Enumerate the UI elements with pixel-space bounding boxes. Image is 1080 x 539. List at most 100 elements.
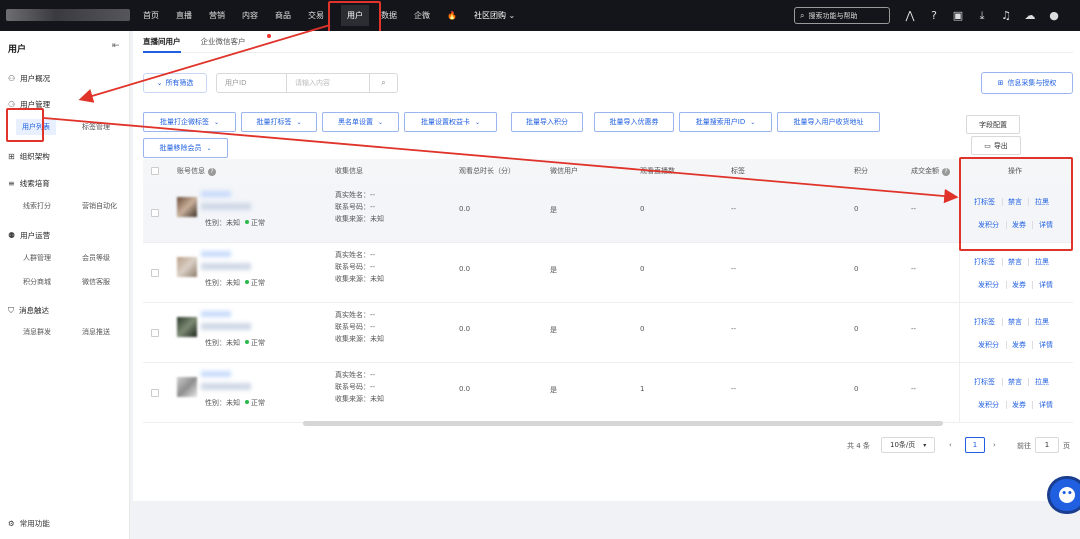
avatar[interactable]: [177, 377, 197, 397]
horizontal-scrollbar[interactable]: [303, 421, 943, 426]
goto-input[interactable]: 1: [1035, 437, 1059, 453]
notes-icon[interactable]: ▣: [946, 9, 970, 22]
row-checkbox[interactable]: [151, 209, 159, 217]
op-send-coupon[interactable]: 发券: [1012, 340, 1026, 350]
export-button[interactable]: ▭ 导出: [971, 136, 1021, 155]
help-icon[interactable]: ?: [922, 9, 946, 22]
op-mute[interactable]: 禁言: [1008, 317, 1022, 327]
batch-tag-button[interactable]: 批量打标签 ⌄: [241, 112, 317, 132]
nav-data[interactable]: 数据: [381, 10, 397, 21]
user-nickname[interactable]: [201, 371, 231, 377]
batch-remove-member-button[interactable]: 批量移除会员 ⌄: [143, 138, 228, 158]
global-search[interactable]: ⌕ 搜索功能与帮助: [794, 7, 890, 24]
avatar[interactable]: [177, 317, 197, 337]
table-row[interactable]: 性别：未知 正常 真实姓名：-- 联系号码：-- 收集来源：未知 0.0 是 1 --…: [143, 363, 1073, 423]
cell-wechat: 是: [550, 326, 557, 334]
field-config-button[interactable]: 字段配置: [966, 115, 1020, 134]
user-nickname[interactable]: [201, 191, 231, 197]
prev-page-icon[interactable]: ‹: [949, 441, 952, 449]
sidebar-item-mass-send[interactable]: 消息群发: [23, 327, 51, 337]
op-mute[interactable]: 禁言: [1008, 377, 1022, 387]
op-tag[interactable]: 打标签: [974, 377, 995, 387]
id-type-select[interactable]: 用户ID: [216, 73, 286, 93]
user-nickname[interactable]: [201, 311, 231, 317]
next-page-icon[interactable]: ›: [993, 441, 996, 449]
nav-goods[interactable]: 商品: [275, 10, 291, 21]
brand-logo[interactable]: [6, 9, 130, 21]
op-send-points[interactable]: 发积分: [978, 400, 999, 410]
sidebar-item-push[interactable]: 消息推送: [82, 327, 110, 337]
sidebar-item-tag-manage[interactable]: 标签管理: [82, 122, 110, 132]
sidebar-group-lead[interactable]: ≡ 线索培育: [8, 178, 50, 189]
sidebar-group-overview[interactable]: ⚇ 用户概况: [8, 73, 50, 84]
nav-community[interactable]: 🔥 社区团购 ⌄: [447, 10, 515, 21]
search-input[interactable]: 请输入内容: [286, 73, 370, 93]
cloud-icon[interactable]: ☁: [1018, 9, 1042, 22]
folder-icon: ▭: [984, 141, 991, 150]
user-nickname[interactable]: [201, 251, 231, 257]
sidebar-item-lead-score[interactable]: 线索打分: [23, 201, 51, 211]
op-detail[interactable]: 详情: [1039, 340, 1053, 350]
op-detail[interactable]: 详情: [1039, 280, 1053, 290]
row-checkbox[interactable]: [151, 389, 159, 397]
nav-live[interactable]: 直播: [176, 10, 192, 21]
search-button[interactable]: ⌕: [370, 73, 398, 93]
sidebar-item-crowd[interactable]: 人群管理: [23, 253, 51, 263]
tab-wecom-customers[interactable]: 企业微信客户: [201, 31, 271, 53]
table-row[interactable]: 性别：未知 正常 真实姓名：-- 联系号码：-- 收集来源：未知 0.0 是 0 --…: [143, 183, 1073, 243]
batch-rights-card-button[interactable]: 批量设置权益卡 ⌄: [404, 112, 497, 132]
row-checkbox[interactable]: [151, 329, 159, 337]
tab-live-users[interactable]: 直播间用户: [143, 31, 181, 53]
op-send-coupon[interactable]: 发券: [1012, 280, 1026, 290]
all-filter-button[interactable]: ⌄ 所有筛选: [143, 73, 207, 93]
chevron-down-icon: ▾: [923, 441, 927, 449]
nav-home[interactable]: 首页: [143, 10, 159, 21]
op-tag[interactable]: 打标签: [974, 317, 995, 327]
table-row[interactable]: 性别：未知 正常 真实姓名：-- 联系号码：-- 收集来源：未知 0.0 是 0 --…: [143, 243, 1073, 303]
sidebar-item-member-level[interactable]: 会员等级: [82, 253, 110, 263]
sidebar-group-ops[interactable]: ⚉ 用户运营: [8, 230, 50, 241]
page-size-select[interactable]: 10条/页 ▾: [881, 437, 935, 453]
table-row[interactable]: 性别：未知 正常 真实姓名：-- 联系号码：-- 收集来源：未知 0.0 是 0 --…: [143, 303, 1073, 363]
row-checkbox[interactable]: [151, 269, 159, 277]
col-amount: 成交金额?: [911, 166, 950, 176]
avatar[interactable]: ●: [1042, 9, 1066, 22]
sidebar-item-automation[interactable]: 营销自动化: [82, 201, 117, 211]
op-block[interactable]: 拉黑: [1035, 377, 1049, 387]
op-send-coupon[interactable]: 发券: [1012, 400, 1026, 410]
nav-content[interactable]: 内容: [242, 10, 258, 21]
op-send-points[interactable]: 发积分: [978, 280, 999, 290]
page-current[interactable]: 1: [965, 437, 985, 453]
op-tag[interactable]: 打标签: [974, 257, 995, 267]
collect-auth-button[interactable]: ⊞ 信息采集与授权: [981, 72, 1073, 94]
sidebar-item-wechat-cs[interactable]: 微信客服: [82, 277, 110, 287]
op-block[interactable]: 拉黑: [1035, 257, 1049, 267]
ai-icon[interactable]: ⋀: [898, 9, 922, 22]
import-coupons-button[interactable]: 批量导入优惠券: [594, 112, 674, 132]
batch-search-id-button[interactable]: 批量搜索用户ID ⌄: [679, 112, 772, 132]
blacklist-button[interactable]: 黑名单设置 ⌄: [322, 112, 399, 132]
chat-support-button[interactable]: ••: [1050, 479, 1080, 511]
sidebar-footer[interactable]: ⚙ 常用功能: [8, 518, 50, 529]
help-icon[interactable]: ?: [208, 168, 216, 176]
import-address-button[interactable]: 批量导入用户收货地址: [777, 112, 880, 132]
avatar[interactable]: [177, 197, 197, 217]
nav-wecom[interactable]: 企微: [414, 10, 430, 21]
nav-trade[interactable]: 交易: [308, 10, 324, 21]
sidebar-group-org[interactable]: ⊞ 组织架构: [8, 151, 50, 162]
import-points-button[interactable]: 批量导入积分: [511, 112, 583, 132]
sidebar-item-points-mall[interactable]: 积分商城: [23, 277, 51, 287]
op-mute[interactable]: 禁言: [1008, 257, 1022, 267]
bell-icon[interactable]: ♫: [994, 9, 1018, 22]
collapse-icon[interactable]: ⇤: [112, 41, 120, 51]
select-all-checkbox[interactable]: [151, 167, 159, 175]
download-icon[interactable]: ⤓: [970, 9, 994, 23]
help-icon[interactable]: ?: [942, 168, 950, 176]
op-send-points[interactable]: 发积分: [978, 340, 999, 350]
op-block[interactable]: 拉黑: [1035, 317, 1049, 327]
op-detail[interactable]: 详情: [1039, 400, 1053, 410]
nav-marketing[interactable]: 营销: [209, 10, 225, 21]
sidebar-group-message[interactable]: ⛉ 消息触达: [8, 305, 49, 316]
avatar[interactable]: [177, 257, 197, 277]
batch-wecom-tag-button[interactable]: 批量打企微标签 ⌄: [143, 112, 236, 132]
